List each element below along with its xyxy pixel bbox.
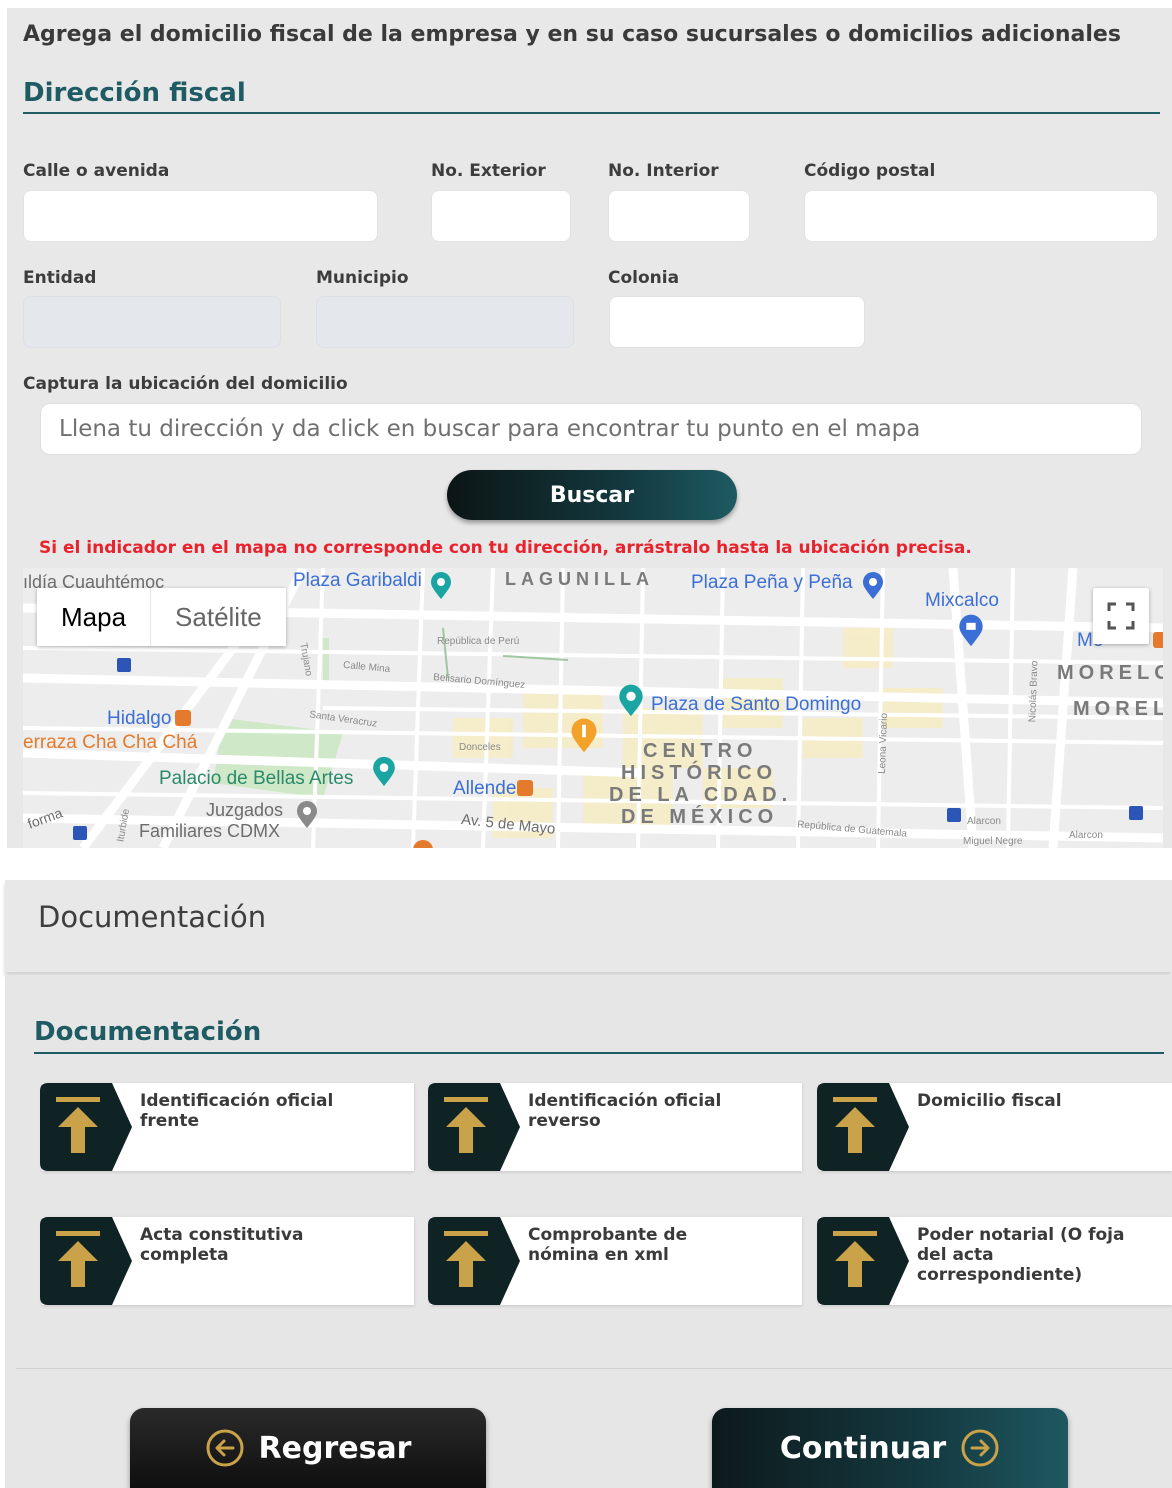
morelos-metro-icon — [1153, 632, 1163, 648]
upload-card-id-back[interactable]: Identificación oficial reverso — [428, 1083, 802, 1171]
map-label-hidalgo: Hidalgo — [107, 708, 172, 729]
bellas-artes-pin-icon[interactable] — [371, 756, 397, 788]
upload-card-label: Identificación oficial frente — [140, 1091, 334, 1131]
map-label-santo-domingo: Plaza de Santo Domingo — [651, 694, 862, 715]
map-label-leona-vicario: Leona Vicario — [876, 712, 891, 775]
map-label-lagunilla: LAGUNILLA — [505, 569, 654, 589]
map-label-alarcon-2: Alarcon — [1069, 830, 1103, 841]
upload-card-fiscal-address[interactable]: Domicilio fiscal — [817, 1083, 1172, 1171]
fiscal-address-title: Dirección fiscal — [23, 78, 246, 108]
map-label-juzgados-1: Juzgados — [206, 800, 284, 820]
upload-arrow-icon — [428, 1083, 520, 1171]
garibaldi-pin-icon[interactable] — [429, 572, 453, 600]
map-label-morelos-1: MORELO — [1057, 662, 1163, 684]
upload-arrow-icon — [40, 1083, 132, 1171]
street-label: Calle o avenida — [23, 161, 170, 181]
address-panel: Agrega el domicilio fiscal de la empresa… — [7, 8, 1172, 848]
allende-metro-icon — [517, 780, 533, 796]
ext-number-label: No. Exterior — [431, 161, 546, 181]
bus-stop-icon — [1129, 806, 1143, 820]
neighborhood-label: Colonia — [608, 268, 680, 288]
upload-arrow-icon — [817, 1083, 909, 1171]
location-search-input[interactable] — [40, 403, 1142, 455]
street-input[interactable] — [23, 190, 378, 242]
footer-divider — [16, 1368, 1172, 1369]
section-divider — [34, 1052, 1164, 1054]
back-button-label: Regresar — [258, 1430, 412, 1466]
map-label-centro-4: DE MÉXICO — [621, 806, 779, 828]
postal-code-input[interactable] — [804, 190, 1158, 242]
upload-card-label: Identificación oficial reverso — [528, 1091, 722, 1131]
fullscreen-icon — [1107, 602, 1135, 630]
bus-stop-icon — [73, 826, 87, 840]
upload-card-id-front[interactable]: Identificación oficial frente — [40, 1083, 414, 1171]
plaza-pena-pin-icon[interactable] — [861, 572, 885, 600]
location-label: Captura la ubicación del domicilio — [23, 374, 348, 394]
neighborhood-input[interactable] — [609, 296, 865, 348]
juzgados-pin-icon[interactable] — [295, 800, 319, 830]
upload-card-power-of-attorney[interactable]: Poder notarial (O foja del acta correspo… — [817, 1217, 1172, 1305]
upload-arrow-icon — [817, 1217, 909, 1305]
upload-card-label: Comprobante de nómina en xml — [528, 1225, 688, 1265]
map-label-centro-3: DE LA CDAD. — [609, 784, 793, 806]
postal-code-label: Código postal — [804, 161, 936, 181]
search-button[interactable]: Buscar — [447, 470, 737, 520]
upload-card-label: Acta constitutiva completa — [140, 1225, 304, 1265]
upload-card-articles[interactable]: Acta constitutiva completa — [40, 1217, 414, 1305]
upload-card-payroll-xml[interactable]: Comprobante de nómina en xml — [428, 1217, 802, 1305]
map-label-mixcalco: Mixcalco — [925, 590, 999, 611]
map-type-control: Mapa Satélite — [37, 588, 286, 646]
state-label: Entidad — [23, 268, 97, 288]
int-number-label: No. Interior — [608, 161, 719, 181]
map-label-allende: Allende — [453, 778, 517, 799]
arrow-right-circle-icon — [961, 1429, 999, 1467]
state-select — [23, 296, 281, 348]
bus-stop-icon — [117, 658, 131, 672]
ext-number-input[interactable] — [431, 190, 571, 242]
map-type-satellite-button[interactable]: Satélite — [150, 588, 286, 646]
documentation-section-title: Documentación — [34, 1017, 262, 1047]
hidalgo-metro-icon — [175, 710, 191, 726]
documentation-header-title: Documentación — [38, 900, 267, 934]
documentation-header: Documentación — [5, 880, 1172, 972]
map-label-morelos-2: MOREL — [1073, 698, 1163, 720]
map-label-centro-1: CENTRO — [643, 740, 758, 762]
upload-arrow-icon — [40, 1217, 132, 1305]
map-label-plaza-pena: Plaza Peña y Peña — [691, 572, 853, 593]
santo-domingo-pin-icon[interactable] — [617, 684, 645, 718]
map-label-plaza-garibaldi: Plaza Garibaldi — [293, 570, 422, 591]
map-warning: Si el indicador en el mapa no correspond… — [39, 538, 972, 558]
municipality-label: Municipio — [316, 268, 409, 288]
section-divider — [23, 112, 1160, 114]
map-label-alarcon-1: Alarcon — [967, 816, 1001, 827]
upload-arrow-icon — [428, 1217, 520, 1305]
arrow-left-circle-icon — [206, 1429, 244, 1467]
location-map[interactable]: ıldía Cuauhtémoc Plaza Garibaldi LAGUNIL… — [23, 568, 1163, 848]
map-label-republica-peru: República de Perú — [437, 636, 520, 647]
continue-button-label: Continuar — [779, 1430, 947, 1466]
map-label-juzgados-2: Familiares CDMX — [139, 821, 281, 841]
back-button[interactable]: Regresar — [130, 1408, 486, 1488]
map-label-miguel: Miguel Negre — [963, 836, 1023, 847]
upload-card-label: Poder notarial (O foja del acta correspo… — [917, 1225, 1125, 1285]
restaurant-pin-icon[interactable] — [569, 718, 599, 754]
map-label-centro-2: HISTÓRICO — [621, 762, 778, 784]
bus-stop-icon — [947, 808, 961, 822]
map-label-bellas-artes: Palacio de Bellas Artes — [159, 768, 354, 789]
municipality-select — [316, 296, 574, 348]
map-label-donceles: Donceles — [459, 742, 501, 753]
map-label-nicolas-bravo: Nicolás Bravo — [1027, 660, 1041, 723]
mixcalco-pin-icon[interactable] — [957, 614, 985, 648]
continue-button[interactable]: Continuar — [712, 1408, 1068, 1488]
int-number-input[interactable] — [608, 190, 750, 242]
upload-card-label: Domicilio fiscal — [917, 1091, 1062, 1111]
map-label-cha-cha: erraza Cha Cha Chá — [23, 732, 198, 753]
map-type-map-button[interactable]: Mapa — [37, 588, 151, 646]
address-intro: Agrega el domicilio fiscal de la empresa… — [23, 22, 1121, 47]
fullscreen-button[interactable] — [1093, 588, 1149, 644]
